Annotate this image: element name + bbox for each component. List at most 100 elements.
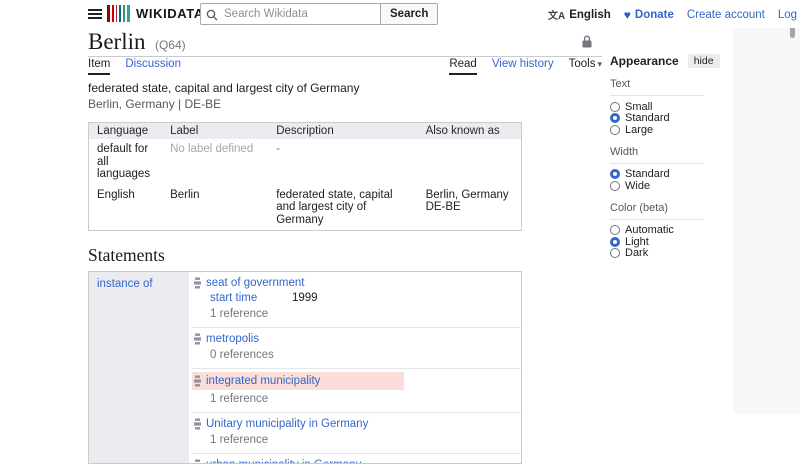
- logo-bar: [119, 5, 121, 22]
- rank-icon: [194, 375, 201, 387]
- terms-aka-cell: [418, 139, 522, 185]
- namespace-tabs: Item Discussion: [88, 58, 181, 75]
- terms-row: default for all languagesNo label define…: [89, 139, 522, 185]
- title-block: Berlin (Q64): [88, 30, 602, 57]
- appearance-hide-button[interactable]: hide: [688, 54, 720, 68]
- statement: seat of government start time1999 1 refere…: [191, 272, 521, 328]
- terms-header-row: LanguageLabelDescriptionAlso known as: [89, 123, 522, 140]
- heart-icon: ♥: [624, 8, 631, 22]
- search-input[interactable]: [200, 3, 381, 25]
- appearance-section-label: Width: [610, 146, 704, 164]
- qualifier-property-link[interactable]: start time: [210, 292, 292, 304]
- statements-heading: Statements: [88, 245, 602, 266]
- wikidata-logo[interactable]: WIKIDATA: [107, 5, 204, 22]
- rank-icon: [194, 333, 201, 345]
- appearance-options: StandardWide: [610, 169, 733, 192]
- radio-option-color-beta-automatic[interactable]: Automatic: [610, 225, 733, 237]
- log-in-link[interactable]: Log in: [778, 9, 800, 21]
- radio-width-wide[interactable]: [610, 181, 620, 191]
- terms-column-header: Description: [268, 123, 417, 140]
- logo-bar: [123, 5, 125, 22]
- page-title: Berlin: [88, 29, 146, 54]
- radio-label: Small: [625, 101, 653, 113]
- entity-aliases: Berlin, Germany | DE-BE: [88, 98, 602, 111]
- terms-label-cell: Berlin: [162, 185, 268, 231]
- terms-language-cell: English: [89, 185, 163, 231]
- statement-main-snak: integrated municipality: [192, 372, 404, 390]
- menu-icon[interactable]: [88, 9, 102, 19]
- radio-color-beta-light[interactable]: [610, 237, 620, 247]
- appearance-section-label: Text: [610, 78, 704, 96]
- references-toggle[interactable]: 1 reference: [210, 434, 515, 446]
- radio-width-standard[interactable]: [610, 169, 620, 179]
- search-button[interactable]: Search: [381, 3, 438, 25]
- appearance-header: Appearance hide: [610, 54, 733, 68]
- appearance-section-label: Color (beta): [610, 202, 704, 220]
- radio-label: Wide: [625, 180, 650, 192]
- qualifier: start time1999: [210, 292, 515, 304]
- terms-table: LanguageLabelDescriptionAlso known as de…: [88, 122, 522, 231]
- statement-value-link[interactable]: urban municipality in Germany: [206, 459, 361, 464]
- statement: integrated municipality 1 reference: [191, 369, 521, 413]
- statement-main-snak: metropolis: [194, 333, 515, 345]
- statement-main-snak: urban municipality in Germany: [194, 459, 515, 464]
- tab-view-history[interactable]: View history: [492, 58, 554, 75]
- language-label: English: [569, 9, 611, 21]
- tab-read[interactable]: Read: [449, 58, 477, 75]
- terms-row: EnglishBerlinfederated state, capital an…: [89, 185, 522, 231]
- terms-alias: DE-BE: [426, 201, 513, 214]
- logo-bar: [112, 5, 114, 22]
- radio-color-beta-dark[interactable]: [610, 248, 620, 258]
- rank-icon: [194, 418, 201, 430]
- page-gutter: [733, 0, 800, 414]
- radio-option-width-wide[interactable]: Wide: [610, 180, 733, 192]
- statement-group: instance of seat of government start time…: [88, 271, 522, 464]
- terms-label-cell: No label defined: [162, 139, 268, 185]
- appearance-options: AutomaticLightDark: [610, 225, 733, 260]
- radio-option-text-small[interactable]: Small: [610, 101, 733, 113]
- tab-discussion[interactable]: Discussion: [125, 58, 181, 75]
- header-user-links: 文A English ♥ Donate Create account Log i…: [548, 7, 800, 22]
- radio-option-color-beta-light[interactable]: Light: [610, 236, 733, 248]
- radio-option-text-standard[interactable]: Standard: [610, 113, 733, 125]
- statement-value-link[interactable]: integrated municipality: [206, 375, 320, 387]
- terms-column-header: Language: [89, 123, 163, 140]
- radio-label: Light: [625, 236, 649, 248]
- tab-row: Item Discussion Read View history Tools▾: [88, 58, 602, 75]
- donate-link[interactable]: ♥ Donate: [624, 8, 674, 22]
- terms-language-cell: default for all languages: [89, 139, 163, 185]
- radio-label: Standard: [625, 168, 670, 180]
- statement: Unitary municipality in Germany 1 referen…: [191, 413, 521, 454]
- references-toggle[interactable]: 1 reference: [210, 308, 515, 320]
- references-toggle[interactable]: 0 references: [210, 349, 515, 361]
- statement-value-link[interactable]: metropolis: [206, 333, 259, 345]
- radio-option-text-large[interactable]: Large: [610, 124, 733, 136]
- terms-alias: Berlin, Germany: [426, 189, 513, 202]
- appearance-options: SmallStandardLarge: [610, 101, 733, 136]
- statement: urban municipality in Germany0 reference…: [191, 454, 521, 464]
- tab-tools[interactable]: Tools▾: [569, 58, 602, 75]
- terms-column-header: Label: [162, 123, 268, 140]
- terms-aka-cell: Berlin, GermanyDE-BE: [418, 185, 522, 231]
- rank-icon: [194, 277, 201, 289]
- references-toggle[interactable]: 1 reference: [210, 393, 515, 405]
- radio-text-small[interactable]: [610, 102, 620, 112]
- claims-list: seat of government start time1999 1 refere…: [191, 272, 521, 463]
- tab-item[interactable]: Item: [88, 58, 110, 75]
- radio-label: Dark: [625, 247, 648, 259]
- radio-color-beta-automatic[interactable]: [610, 225, 620, 235]
- main-content: Berlin (Q64) Item Discussion Read View his…: [88, 30, 602, 464]
- property-link[interactable]: instance of: [97, 278, 153, 290]
- radio-option-color-beta-dark[interactable]: Dark: [610, 248, 733, 260]
- language-selector[interactable]: 文A English: [548, 7, 611, 22]
- statement-main-snak: seat of government: [194, 277, 515, 289]
- statement-main-snak: Unitary municipality in Germany: [194, 418, 515, 430]
- create-account-link[interactable]: Create account: [687, 9, 765, 21]
- radio-option-width-standard[interactable]: Standard: [610, 169, 733, 181]
- radio-text-standard[interactable]: [610, 113, 620, 123]
- radio-text-large[interactable]: [610, 125, 620, 135]
- statement-value-link[interactable]: Unitary municipality in Germany: [206, 418, 368, 430]
- wikidata-logo-bars: [107, 5, 130, 22]
- statement-value-link[interactable]: seat of government: [206, 277, 304, 289]
- donate-label: Donate: [635, 9, 674, 21]
